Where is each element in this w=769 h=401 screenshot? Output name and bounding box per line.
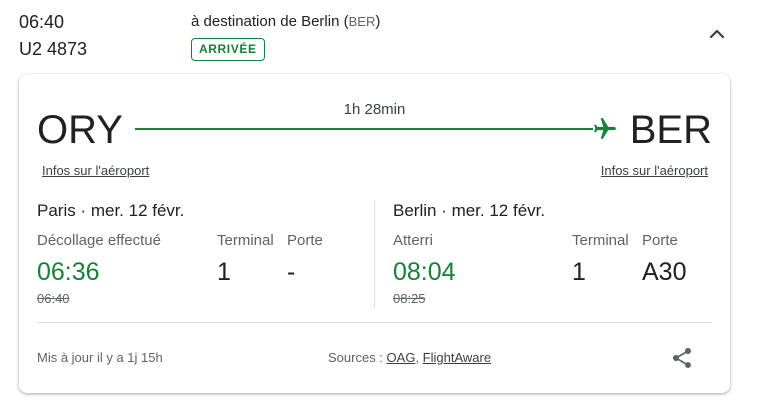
- departure-scheduled-time: 06:40: [37, 291, 70, 306]
- arrival-terminal: 1: [572, 258, 586, 286]
- origin-airport-info-link[interactable]: Infos sur l'aéroport: [42, 163, 149, 178]
- departure-actual-time: 06:36: [37, 258, 100, 286]
- destination-suffix: ): [375, 13, 381, 30]
- source-link-flightaware[interactable]: FlightAware: [423, 350, 491, 365]
- last-updated: Mis à jour il y a 1j 15h: [37, 350, 163, 365]
- arrival-actual-time: 08:04: [393, 258, 456, 286]
- departure-gate-label: Porte: [287, 232, 323, 249]
- destination-airport-info-link[interactable]: Infos sur l'aéroport: [601, 163, 708, 178]
- status-badge: ARRIVÉE: [191, 38, 265, 61]
- arrival-time-label: Atterri: [393, 232, 434, 249]
- collapse-button[interactable]: [704, 22, 730, 46]
- scheduled-time: 06:40: [19, 12, 65, 32]
- flight-number: U2 4873: [19, 39, 88, 59]
- destination-code: BER: [348, 14, 376, 29]
- chevron-up-icon: [709, 29, 725, 39]
- arrival-scheduled-time: 08:25: [393, 291, 426, 306]
- footer-divider: [37, 322, 712, 323]
- departure-gate: -: [287, 258, 296, 286]
- arrival-gate-label: Porte: [642, 232, 678, 249]
- flight-header[interactable]: 06:40 U2 4873 à destination de Berlin (B…: [0, 0, 769, 70]
- arrival-gate: A30: [642, 258, 687, 286]
- departure-terminal: 1: [217, 258, 231, 286]
- departure-terminal-label: Terminal: [217, 232, 274, 249]
- column-divider: [374, 200, 375, 308]
- sources-separator: ,: [415, 350, 423, 365]
- airplane-icon: [592, 116, 618, 142]
- departure-city-date: Paris · mer. 12 févr.: [37, 201, 185, 220]
- arrival-terminal-label: Terminal: [572, 232, 629, 249]
- destination-prefix: à destination de Berlin (: [191, 13, 349, 30]
- share-icon: [673, 348, 691, 368]
- destination-airport-code: BER: [629, 108, 712, 152]
- source-link-oag[interactable]: OAG: [387, 350, 416, 365]
- sources-label: Sources :: [328, 350, 387, 365]
- route-line: [135, 128, 593, 130]
- flight-details-card: ORY 1h 28min BER Infos sur l'aéroport In…: [19, 74, 730, 393]
- share-button[interactable]: [670, 346, 694, 370]
- sources: Sources : OAG, FlightAware: [328, 350, 491, 365]
- flight-duration: 1h 28min: [343, 101, 406, 118]
- destination-text: à destination de Berlin (BER): [191, 13, 380, 30]
- arrival-city-date: Berlin · mer. 12 févr.: [393, 201, 546, 220]
- departure-time-label: Décollage effectué: [37, 232, 161, 249]
